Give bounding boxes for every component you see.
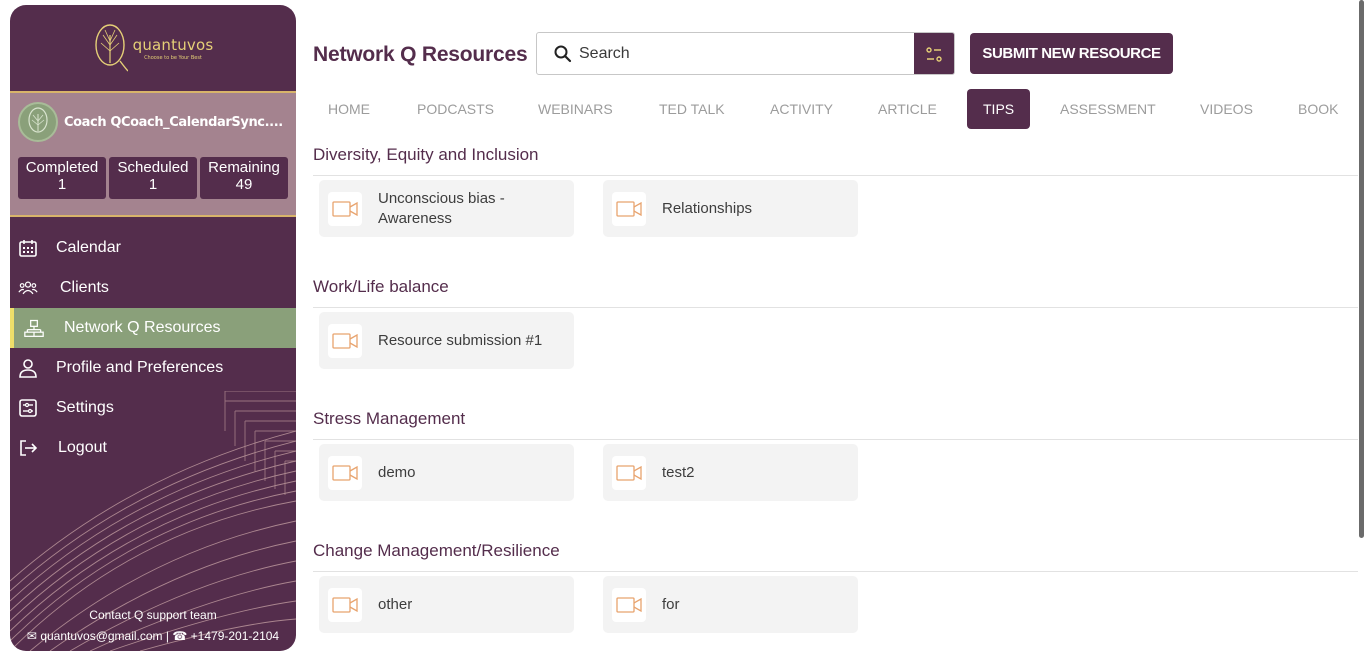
sidebar-item-label: Clients: [60, 279, 109, 296]
tab-assessment[interactable]: ASSESSMENT: [1060, 89, 1156, 129]
support-email[interactable]: quantuvos@gmail.com: [40, 629, 162, 643]
stat-remaining: Remaining 49: [200, 157, 288, 199]
calendar-icon: [18, 238, 38, 258]
sidebar-item-clients[interactable]: Clients: [10, 268, 296, 308]
resource-title: other: [378, 595, 413, 613]
resource-card[interactable]: Relationships: [603, 180, 858, 237]
sidebar-item-label: Network Q Resources: [64, 319, 221, 336]
video-camera-icon: [328, 455, 362, 490]
sidebar-item-network-q-resources[interactable]: Network Q Resources: [10, 308, 296, 348]
coach-card: Coach QCoach_CalendarSync.... Completed …: [10, 93, 296, 217]
sidebar-item-profile[interactable]: Profile and Preferences: [10, 348, 296, 388]
resource-section: Diversity, Equity and Inclusion Unconsci…: [313, 145, 1358, 237]
divider: [313, 571, 1358, 572]
section-title: Stress Management: [313, 409, 466, 428]
stat-value: 1: [57, 176, 67, 193]
sidebar-item-label: Profile and Preferences: [56, 359, 224, 376]
phone-icon: ☎: [172, 629, 188, 643]
brand-name: quantuvos: [132, 35, 214, 54]
stat-completed: Completed 1: [18, 157, 106, 199]
tab-webinars[interactable]: WEBINARS: [538, 89, 613, 129]
users-icon: [18, 278, 38, 298]
video-camera-icon: [612, 191, 646, 226]
tab-ted-talk[interactable]: TED TALK: [659, 89, 725, 129]
tab-podcasts[interactable]: PODCASTS: [417, 89, 494, 129]
sidebar-nav: Calendar Clients Network Q Resources Pro…: [10, 228, 296, 468]
tab-home[interactable]: HOME: [328, 89, 370, 129]
support-phone[interactable]: +1479-201-2104: [191, 629, 279, 643]
profile-icon: [18, 358, 38, 378]
resource-card[interactable]: demo: [319, 444, 574, 501]
filter-icon: [926, 46, 942, 62]
resource-title: demo: [378, 463, 416, 481]
stat-label: Remaining: [208, 159, 280, 176]
divider: [313, 175, 1358, 176]
avatar[interactable]: [18, 102, 58, 142]
coach-name: Coach QCoach_CalendarSync....: [64, 114, 283, 130]
submit-new-resource-button[interactable]: SUBMIT NEW RESOURCE: [970, 33, 1173, 74]
section-title: Work/Life balance: [313, 277, 449, 296]
settings-icon: [18, 398, 38, 418]
logout-icon: [18, 438, 38, 458]
resource-card[interactable]: for: [603, 576, 858, 633]
stat-value: 1: [148, 176, 158, 193]
brand-tagline: Choose to be Your Best: [144, 54, 202, 61]
sidebar-item-calendar[interactable]: Calendar: [10, 228, 296, 268]
tab-videos[interactable]: VIDEOS: [1200, 89, 1253, 129]
tab-article[interactable]: ARTICLE: [878, 89, 937, 129]
sidebar-item-label: Calendar: [56, 239, 121, 256]
search-box[interactable]: [536, 32, 955, 75]
support-contact: Contact Q support team ✉ quantuvos@gmail…: [10, 608, 296, 643]
resource-title: for: [662, 595, 680, 613]
video-camera-icon: [612, 587, 646, 622]
tab-book[interactable]: BOOK: [1298, 89, 1338, 129]
page-title: Network Q Resources: [313, 43, 528, 66]
tab-activity[interactable]: ACTIVITY: [770, 89, 833, 129]
sidebar: quantuvos Choose to be Your Best Coach Q…: [10, 5, 296, 651]
divider: [313, 439, 1358, 440]
resource-card[interactable]: other: [319, 576, 574, 633]
resource-card[interactable]: test2: [603, 444, 858, 501]
main-content: Network Q Resources SUBMIT NEW RESOURCE …: [313, 0, 1358, 657]
resource-title: Resource submission #1: [378, 331, 543, 349]
tab-tips[interactable]: TIPS: [967, 89, 1031, 129]
divider: |: [165, 629, 170, 643]
resource-title: test2: [662, 463, 695, 481]
sidebar-item-settings[interactable]: Settings: [10, 388, 296, 428]
resource-title: Unconscious bias - Awareness: [378, 189, 505, 227]
search-icon: [554, 45, 572, 62]
video-camera-icon: [328, 587, 362, 622]
category-tabs: HOME PODCASTS WEBINARS TED TALK ACTIVITY…: [313, 89, 1358, 129]
resource-section: Work/Life balance Resource submission #1: [313, 277, 1358, 369]
divider: [313, 307, 1358, 308]
resource-card[interactable]: Resource submission #1: [319, 312, 574, 369]
search-input[interactable]: [579, 44, 879, 63]
resource-section: Change Management/Resilience other for: [313, 541, 1358, 633]
sidebar-item-label: Settings: [56, 399, 114, 416]
stat-scheduled: Scheduled 1: [109, 157, 197, 199]
resource-card[interactable]: Unconscious bias - Awareness: [319, 180, 574, 237]
stat-label: Completed: [25, 159, 99, 176]
tree-logo-icon: [93, 23, 129, 73]
stat-value: 49: [235, 176, 253, 193]
session-stats: Completed 1 Scheduled 1 Remaining 49: [18, 157, 288, 199]
contact-title: Contact Q support team: [89, 608, 217, 622]
video-camera-icon: [328, 323, 362, 358]
filter-button[interactable]: [914, 33, 954, 74]
resource-section: Stress Management demo test2: [313, 409, 1358, 501]
scrollbar[interactable]: [1359, 0, 1364, 538]
section-title: Diversity, Equity and Inclusion: [313, 145, 539, 164]
mail-icon: ✉: [26, 629, 37, 643]
sidebar-item-logout[interactable]: Logout: [10, 428, 296, 468]
network-icon: [24, 318, 44, 338]
sidebar-item-label: Logout: [58, 439, 107, 456]
logo[interactable]: quantuvos Choose to be Your Best: [10, 5, 296, 93]
stat-label: Scheduled: [117, 159, 189, 176]
section-title: Change Management/Resilience: [313, 541, 560, 560]
resource-title: Relationships: [662, 199, 753, 217]
video-camera-icon: [612, 455, 646, 490]
video-camera-icon: [328, 191, 362, 226]
